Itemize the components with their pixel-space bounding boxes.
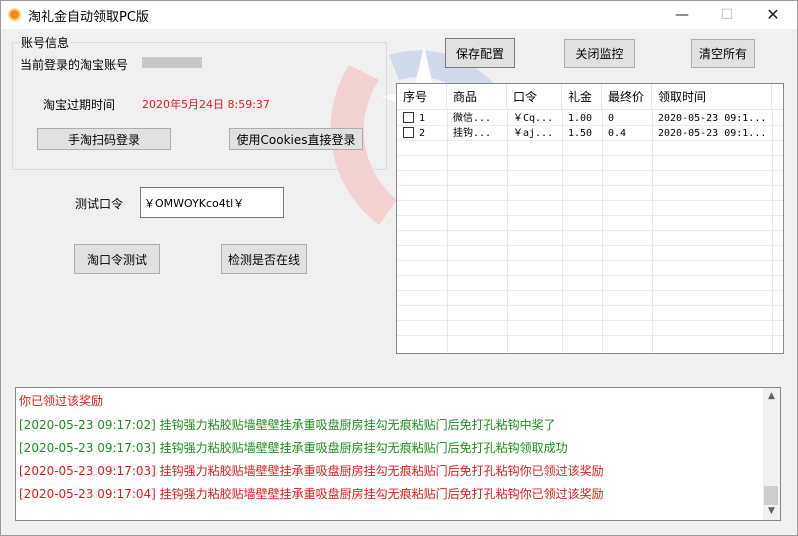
scan-login-button[interactable]: 手淘扫码登录 <box>37 128 171 150</box>
clear-all-button[interactable]: 清空所有 <box>691 39 755 68</box>
account-name-value <box>142 57 202 68</box>
row-checkbox[interactable] <box>403 112 414 123</box>
stop-monitor-button[interactable]: 关闭监控 <box>564 39 635 68</box>
log-line: [2020-05-23 09:17:02] 挂钩强力粘胶贴墙壁壁挂承重吸盘厨房挂… <box>19 418 556 432</box>
row-time: 2020-05-23 09:1... <box>658 113 767 124</box>
maximize-button[interactable]: ☐ <box>704 1 750 29</box>
row-code: ￥aj... <box>513 128 554 139</box>
check-online-button[interactable]: 检测是否在线 <box>221 244 307 274</box>
current-account-label: 当前登录的淘宝账号 <box>20 58 129 72</box>
column-header-time[interactable]: 领取时间 <box>652 84 772 110</box>
save-config-button[interactable]: 保存配置 <box>445 38 515 68</box>
log-scrollbar[interactable]: ▲ ▼ <box>763 388 780 520</box>
row-final-price: 0 <box>608 113 615 124</box>
scroll-down-icon[interactable]: ▼ <box>763 503 780 520</box>
app-window: 淘礼金自动领取PC版 — ☐ ✕ 账号信息 当前登录的淘宝账号 淘宝过期时间 2… <box>0 0 798 536</box>
account-group-title: 账号信息 <box>20 34 71 51</box>
log-line: [2020-05-23 09:17:03] 挂钩强力粘胶贴墙壁壁挂承重吸盘厨房挂… <box>19 441 568 455</box>
minimize-button[interactable]: — <box>659 1 705 29</box>
table-header: 序号 商品 口令 礼金 最终价 领取时间 <box>397 84 783 110</box>
column-header-code[interactable]: 口令 <box>507 84 562 110</box>
column-header-final-price[interactable]: 最终价 <box>602 84 652 110</box>
test-code-input[interactable] <box>140 187 284 218</box>
log-line: [2020-05-23 09:17:04] 挂钩强力粘胶贴墙壁壁挂承重吸盘厨房挂… <box>19 487 604 501</box>
row-product: 微信... <box>453 113 492 124</box>
expiry-value: 2020年5月24日 8:59:37 <box>142 98 270 111</box>
row-product: 挂钩... <box>453 128 492 139</box>
column-header-product[interactable]: 商品 <box>447 84 507 110</box>
test-code-button[interactable]: 淘口令测试 <box>74 244 160 274</box>
row-gift: 1.00 <box>568 113 593 124</box>
row-time: 2020-05-23 09:1... <box>658 128 767 139</box>
expiry-label: 淘宝过期时间 <box>43 98 116 112</box>
scroll-up-icon[interactable]: ▲ <box>763 388 780 405</box>
title-bar[interactable]: 淘礼金自动领取PC版 — ☐ ✕ <box>1 1 797 29</box>
close-button[interactable]: ✕ <box>750 1 796 29</box>
test-code-label: 测试口令 <box>75 197 124 211</box>
record-table[interactable]: 序号 商品 口令 礼金 最终价 领取时间 1 微信... ￥Cq... 1.00… <box>396 83 784 354</box>
cookies-login-button[interactable]: 使用Cookies直接登录 <box>229 128 363 150</box>
table-row[interactable]: 1 微信... ￥Cq... 1.00 0 2020-05-23 09:1... <box>397 111 783 126</box>
row-gift: 1.50 <box>568 128 593 139</box>
column-header-gift[interactable]: 礼金 <box>562 84 602 110</box>
app-logo-icon <box>8 8 21 21</box>
row-index: 2 <box>419 128 426 139</box>
window-title: 淘礼金自动领取PC版 <box>28 10 149 25</box>
row-final-price: 0.4 <box>608 128 627 139</box>
table-row[interactable]: 2 挂钩... ￥aj... 1.50 0.4 2020-05-23 09:1.… <box>397 126 783 141</box>
row-code: ￥Cq... <box>513 113 554 124</box>
row-checkbox[interactable] <box>403 127 414 138</box>
column-header-index[interactable]: 序号 <box>397 84 447 110</box>
row-index: 1 <box>419 113 426 124</box>
log-line: 你已领过该奖励 <box>19 394 104 408</box>
log-line: [2020-05-23 09:17:03] 挂钩强力粘胶贴墙壁壁挂承重吸盘厨房挂… <box>19 464 604 478</box>
log-output[interactable]: 你已领过该奖励 [2020-05-23 09:17:02] 挂钩强力粘胶贴墙壁壁… <box>15 387 781 521</box>
